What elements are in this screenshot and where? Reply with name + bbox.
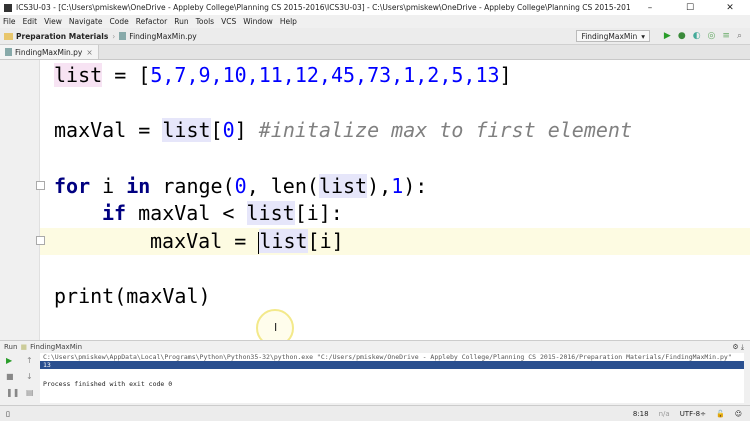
menu-file[interactable]: File — [3, 17, 16, 26]
file-encoding[interactable]: UTF-8÷ — [680, 410, 706, 418]
python-file-icon — [5, 48, 12, 56]
concurrency-icon[interactable]: ≡ — [722, 31, 730, 41]
run-config-dropdown[interactable]: FindingMaxMin ▾ — [576, 30, 650, 42]
menu-tools[interactable]: Tools — [196, 17, 214, 26]
navigation-bar: Preparation Materials › FindingMaxMin.py… — [0, 28, 750, 45]
app-icon — [4, 3, 12, 12]
profile-icon[interactable]: ◎ — [708, 31, 716, 41]
window-title: ICS3U-03 - [C:\Users\pmiskew\OneDrive - … — [16, 3, 630, 12]
run-panel-config[interactable]: FindingMaxMin — [30, 343, 82, 351]
tab-findingmaxmin[interactable]: FindingMaxMin.py × — [0, 45, 99, 59]
debug-icon[interactable]: ● — [678, 31, 686, 41]
editor-tabs: FindingMaxMin.py × — [0, 45, 750, 60]
close-tab-icon[interactable]: × — [86, 48, 92, 57]
code-line-5: for i in range(0, len(list),1): — [54, 174, 428, 198]
code-line-3: maxVal = list[0] #initalize max to first… — [54, 118, 633, 142]
breadcrumb-folder[interactable]: Preparation Materials — [16, 32, 108, 41]
current-line-highlight — [40, 228, 750, 255]
minimize-button[interactable]: – — [630, 3, 670, 13]
console-output[interactable]: C:\Users\pmiskew\AppData\Local\Programs\… — [40, 353, 744, 403]
menu-vcs[interactable]: VCS — [221, 17, 236, 26]
code-line-9: print(maxVal) — [54, 284, 211, 308]
run-panel: Run ■ FindingMaxMin ⚙ ⤓ ▶ ↑ ■ ↓ ❚❚ ▤ C:\Use… — [0, 340, 750, 405]
menu-help[interactable]: Help — [280, 17, 297, 26]
console-result: 13 — [40, 361, 744, 369]
code-line-6: if maxVal < list[i]: — [102, 201, 343, 225]
fold-icon[interactable] — [36, 181, 45, 190]
menu-window[interactable]: Window — [243, 17, 273, 26]
menu-edit[interactable]: Edit — [23, 17, 38, 26]
code-editor[interactable]: list = [5,7,9,10,11,12,45,73,1,2,5,13] m… — [0, 60, 750, 340]
title-bar: ICS3U-03 - [C:\Users\pmiskew\OneDrive - … — [0, 0, 750, 15]
lock-icon[interactable]: 🔓 — [716, 410, 725, 418]
line-separator[interactable]: n/a — [659, 410, 670, 418]
code-line-1: list = [5,7,9,10,11,12,45,73,1,2,5,13] — [54, 63, 512, 87]
rerun-icon[interactable]: ▶ — [6, 356, 12, 365]
python-file-icon — [119, 32, 127, 40]
tab-label: FindingMaxMin.py — [15, 47, 83, 57]
search-icon[interactable]: ⌕ — [737, 31, 742, 41]
menu-bar: File Edit View Navigate Code Refactor Ru… — [0, 15, 750, 28]
scroll-up-icon[interactable]: ↑ — [26, 356, 33, 365]
settings-icon[interactable]: ⚙ ⤓ — [732, 343, 744, 352]
menu-refactor[interactable]: Refactor — [136, 17, 167, 26]
ibeam-cursor-icon: I — [274, 321, 278, 334]
caret-position[interactable]: 8:18 — [633, 410, 649, 418]
maximize-button[interactable]: ☐ — [670, 3, 710, 13]
fold-icon[interactable] — [36, 236, 45, 245]
menu-run[interactable]: Run — [174, 17, 188, 26]
pause-icon[interactable]: ❚❚ — [6, 388, 19, 397]
wrap-icon[interactable]: ▤ — [26, 388, 34, 397]
coverage-icon[interactable]: ◐ — [693, 31, 701, 41]
run-config-label: FindingMaxMin — [581, 31, 638, 41]
close-button[interactable]: ✕ — [710, 3, 750, 13]
chevron-down-icon: ▾ — [641, 31, 645, 41]
status-bar: ▯ 8:18 n/a UTF-8÷ 🔓 ☺ — [0, 405, 750, 421]
run-panel-label: Run — [4, 343, 18, 351]
inspector-icon[interactable]: ☺ — [735, 410, 742, 418]
menu-navigate[interactable]: Navigate — [69, 17, 103, 26]
folder-icon — [4, 32, 13, 40]
tool-window-icon[interactable]: ▯ — [6, 410, 10, 418]
menu-code[interactable]: Code — [110, 17, 129, 26]
console-blank — [40, 369, 744, 377]
python-icon: ■ — [20, 343, 28, 351]
console-exit-message: Process finished with exit code 0 — [43, 380, 173, 388]
scroll-down-icon[interactable]: ↓ — [26, 372, 33, 381]
console-command: C:\Users\pmiskew\AppData\Local\Programs\… — [43, 353, 732, 361]
gutter — [0, 60, 40, 340]
code-line-7: maxVal = list[i] — [150, 229, 344, 254]
run-icon[interactable]: ▶ — [664, 31, 671, 41]
menu-view[interactable]: View — [44, 17, 62, 26]
stop-icon[interactable]: ■ — [6, 372, 14, 381]
breadcrumb-file[interactable]: FindingMaxMin.py — [129, 32, 196, 41]
